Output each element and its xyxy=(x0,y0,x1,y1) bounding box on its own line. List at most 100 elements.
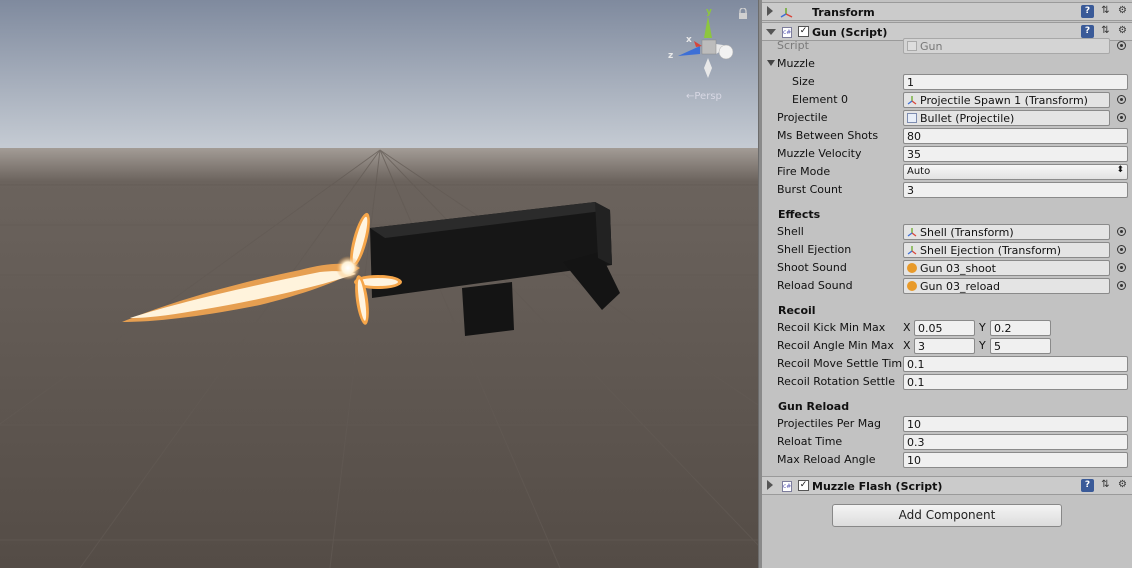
recoil-kick-x-field[interactable]: 0.05 xyxy=(914,320,975,336)
shoot-sound-row: Shoot Sound Gun 03_shoot xyxy=(762,259,1132,277)
fire-mode-label: Fire Mode xyxy=(777,165,831,178)
ms-between-shots-field[interactable]: 80 xyxy=(903,128,1128,144)
muzzle-foldout[interactable]: Muzzle xyxy=(762,55,1132,73)
transform-icon xyxy=(780,8,793,18)
shoot-sound-field[interactable]: Gun 03_shoot xyxy=(903,260,1110,276)
reload-sound-value: Gun 03_reload xyxy=(920,280,1001,293)
help-icon[interactable]: ? xyxy=(1081,479,1094,492)
gun-script-enabled-checkbox[interactable]: ✓ xyxy=(798,26,809,37)
shell-ejection-row: Shell Ejection Shell Ejection (Transform… xyxy=(762,241,1132,259)
object-picker-icon[interactable] xyxy=(1117,113,1126,122)
scene-view[interactable]: y x z ←Persp xyxy=(0,0,758,568)
transform-title: Transform xyxy=(812,6,875,19)
recoil-angle-x-field[interactable]: 3 xyxy=(914,338,975,354)
recoil-angle-row: Recoil Angle Min Max X 3 Y 5 xyxy=(762,337,1132,355)
gizmo-x-axis[interactable] xyxy=(694,41,702,47)
element0-field[interactable]: Projectile Spawn 1 (Transform) xyxy=(903,92,1110,108)
fold-closed-icon[interactable] xyxy=(767,480,773,490)
muzzle-velocity-field[interactable]: 35 xyxy=(903,146,1128,162)
fire-mode-value: Auto xyxy=(907,166,931,177)
shell-field[interactable]: Shell (Transform) xyxy=(903,224,1110,240)
script-file-icon xyxy=(907,113,917,123)
script-icon: c# xyxy=(782,481,792,492)
muzzle-label[interactable]: Muzzle xyxy=(777,57,815,70)
reload-time-label: Reloat Time xyxy=(777,435,843,448)
help-icon[interactable]: ? xyxy=(1081,5,1094,18)
orientation-gizmo[interactable]: y x z xyxy=(664,6,744,86)
fire-mode-row: Fire Mode Auto ⬍ xyxy=(762,163,1132,181)
shell-ejection-label: Shell Ejection xyxy=(777,243,852,256)
add-component-button[interactable]: Add Component xyxy=(832,504,1062,527)
y-label: Y xyxy=(979,339,986,352)
script-value: Gun xyxy=(920,40,943,53)
projectile-label: Projectile xyxy=(777,111,828,124)
preset-icon[interactable]: ⇅ xyxy=(1099,479,1112,492)
recoil-kick-y-field[interactable]: 0.2 xyxy=(990,320,1051,336)
object-picker-icon[interactable] xyxy=(1117,263,1126,272)
shell-label: Shell xyxy=(777,225,804,238)
recoil-kick-label: Recoil Kick Min Max xyxy=(777,321,886,334)
muzzle-flash-enabled-checkbox[interactable]: ✓ xyxy=(798,480,809,491)
scene-viewport[interactable] xyxy=(0,0,758,568)
transform-icon xyxy=(907,246,917,255)
recoil-move-settle-label: Recoil Move Settle Tim xyxy=(777,357,902,370)
muzzle-flash-title: Muzzle Flash (Script) xyxy=(812,480,943,493)
shell-ejection-field[interactable]: Shell Ejection (Transform) xyxy=(903,242,1110,258)
gear-icon[interactable]: ⚙ xyxy=(1116,479,1129,492)
ground-plane xyxy=(0,148,758,568)
fire-mode-dropdown[interactable]: Auto ⬍ xyxy=(903,164,1128,180)
recoil-rotation-settle-field[interactable]: 0.1 xyxy=(903,374,1128,390)
lock-icon[interactable] xyxy=(738,8,748,20)
effects-header: Effects xyxy=(778,208,821,221)
burst-count-row: Burst Count 3 xyxy=(762,181,1132,199)
projectile-field[interactable]: Bullet (Projectile) xyxy=(903,110,1110,126)
recoil-rotation-settle-row: Recoil Rotation Settle 0.1 xyxy=(762,373,1132,391)
shell-value: Shell (Transform) xyxy=(920,226,1014,239)
x-label: X xyxy=(903,321,911,334)
fold-closed-icon[interactable] xyxy=(767,6,773,16)
object-picker-icon[interactable] xyxy=(1117,227,1126,236)
reload-sound-field[interactable]: Gun 03_reload xyxy=(903,278,1110,294)
muzzle-velocity-label: Muzzle Velocity xyxy=(777,147,862,160)
foldout-arrow-icon[interactable] xyxy=(767,60,775,66)
reload-time-field[interactable]: 0.3 xyxy=(903,434,1128,450)
dropdown-arrow-icon: ⬍ xyxy=(1116,165,1124,175)
recoil-move-settle-field[interactable]: 0.1 xyxy=(903,356,1128,372)
gear-icon[interactable]: ⚙ xyxy=(1116,5,1129,18)
projectiles-per-mag-field[interactable]: 10 xyxy=(903,416,1128,432)
object-picker-icon[interactable] xyxy=(1117,95,1126,104)
recoil-rotation-settle-label: Recoil Rotation Settle xyxy=(777,375,896,388)
ms-between-shots-label: Ms Between Shots xyxy=(777,129,879,142)
muzzle-flash-component-header[interactable]: c# ✓ Muzzle Flash (Script) ? ⇅ ⚙ xyxy=(762,476,1132,495)
recoil-kick-row: Recoil Kick Min Max X 0.05 Y 0.2 xyxy=(762,319,1132,337)
y-label: Y xyxy=(979,321,986,334)
reload-sound-label: Reload Sound xyxy=(777,279,853,292)
size-field[interactable]: 1 xyxy=(903,74,1128,90)
shell-ejection-value: Shell Ejection (Transform) xyxy=(920,244,1062,257)
projectile-row: Projectile Bullet (Projectile) xyxy=(762,109,1132,127)
fold-open-icon[interactable] xyxy=(766,29,776,35)
projectiles-per-mag-label: Projectiles Per Mag xyxy=(777,417,881,430)
script-file-icon xyxy=(907,41,917,51)
gizmo-neg-y-axis xyxy=(704,58,712,78)
reload-time-row: Reloat Time 0.3 xyxy=(762,433,1132,451)
element0-value: Projectile Spawn 1 (Transform) xyxy=(920,94,1088,107)
gizmo-center-cube[interactable] xyxy=(701,39,717,55)
transform-component-header[interactable]: Transform ? ⇅ ⚙ xyxy=(762,2,1132,21)
gun-reload-header: Gun Reload xyxy=(778,400,850,413)
script-row: Script Gun xyxy=(762,37,1132,55)
object-picker-icon[interactable] xyxy=(1117,245,1126,254)
gizmo-y-axis[interactable] xyxy=(704,16,712,38)
object-picker-icon[interactable] xyxy=(1117,281,1126,290)
recoil-angle-y-field[interactable]: 5 xyxy=(990,338,1051,354)
gizmo-z-axis[interactable] xyxy=(678,46,700,56)
preset-icon[interactable]: ⇅ xyxy=(1099,5,1112,18)
projection-label[interactable]: ←Persp xyxy=(686,91,722,102)
object-picker-icon xyxy=(1117,41,1126,50)
burst-count-field[interactable]: 3 xyxy=(903,182,1128,198)
size-row: Size 1 xyxy=(762,73,1132,91)
max-reload-angle-field[interactable]: 10 xyxy=(903,452,1128,468)
audio-clip-icon xyxy=(907,263,917,273)
shell-row: Shell Shell (Transform) xyxy=(762,223,1132,241)
script-field: Gun xyxy=(903,38,1110,54)
